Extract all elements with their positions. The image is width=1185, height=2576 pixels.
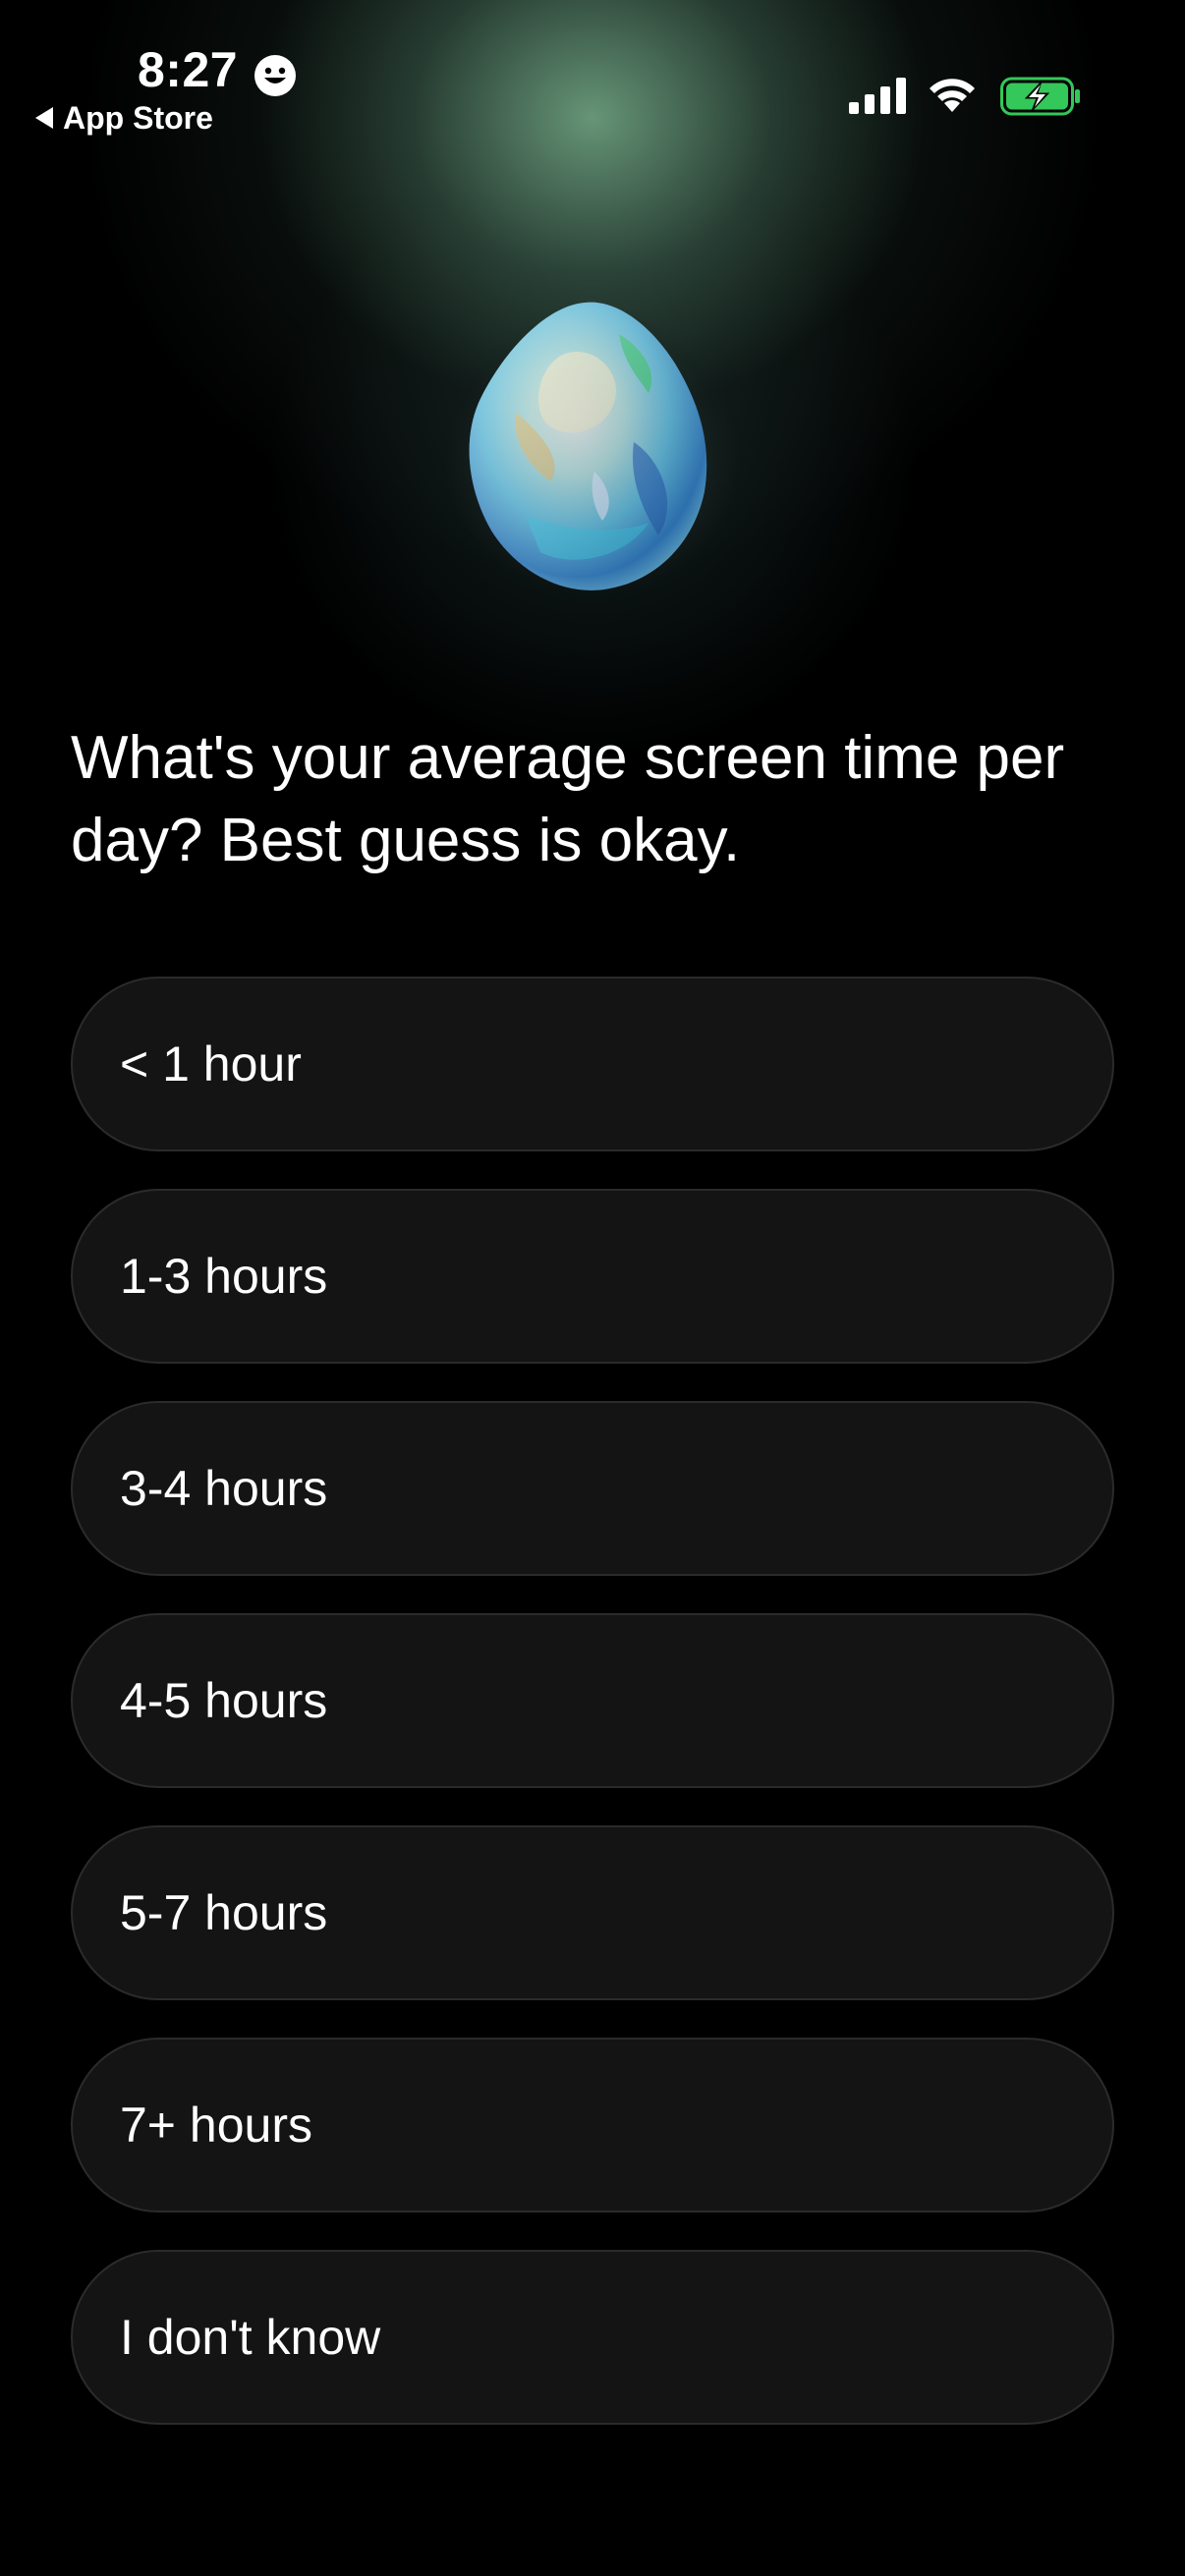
back-arrow-icon — [35, 107, 53, 129]
opal-gem-icon — [447, 302, 732, 599]
battery-charging-icon — [1000, 77, 1080, 116]
status-time: 8:27 — [138, 42, 239, 97]
option-1-3-hours[interactable]: 1-3 hours — [71, 1189, 1114, 1364]
wifi-icon — [930, 79, 975, 112]
option-dont-know[interactable]: I don't know — [71, 2250, 1114, 2425]
back-to-app-store-link[interactable]: App Store — [35, 98, 213, 138]
option-4-5-hours[interactable]: 4-5 hours — [71, 1613, 1114, 1788]
options-list: < 1 hour 1-3 hours 3-4 hours 4-5 hours 5… — [71, 977, 1114, 2462]
question-title: What's your average screen time per day?… — [71, 724, 1065, 874]
back-link-label: App Store — [63, 99, 213, 136]
option-3-4-hours[interactable]: 3-4 hours — [71, 1401, 1114, 1576]
option-5-7-hours[interactable]: 5-7 hours — [71, 1825, 1114, 2000]
cellular-signal-icon — [849, 78, 906, 114]
option-7-plus-hours[interactable]: 7+ hours — [71, 2038, 1114, 2212]
status-bar: 8:27 App Store — [0, 0, 1185, 138]
smile-icon — [254, 55, 296, 96]
option-less-than-1-hour[interactable]: < 1 hour — [71, 977, 1114, 1151]
